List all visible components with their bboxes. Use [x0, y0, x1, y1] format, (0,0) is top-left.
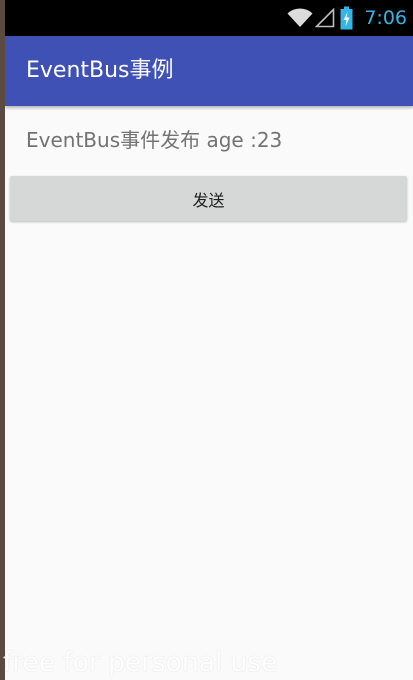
status-icons: 7:06: [287, 0, 407, 36]
watermark: free for personal use: [3, 647, 278, 678]
status-time: 7:06: [364, 7, 407, 29]
send-button[interactable]: 发送: [10, 176, 407, 221]
event-text: EventBus事件发布 age :23: [26, 128, 283, 152]
status-bar: 7:06: [5, 0, 413, 36]
app-bar: EventBus事例: [5, 36, 413, 106]
signal-icon: [315, 8, 335, 28]
app-title: EventBus事例: [26, 58, 174, 83]
wifi-icon: [287, 8, 313, 27]
phone-screen: 7:06 EventBus事例 EventBus事件发布 age :23 发送: [5, 0, 413, 680]
battery-charging-icon: [340, 6, 353, 30]
main-content: EventBus事件发布 age :23 发送: [5, 106, 413, 680]
